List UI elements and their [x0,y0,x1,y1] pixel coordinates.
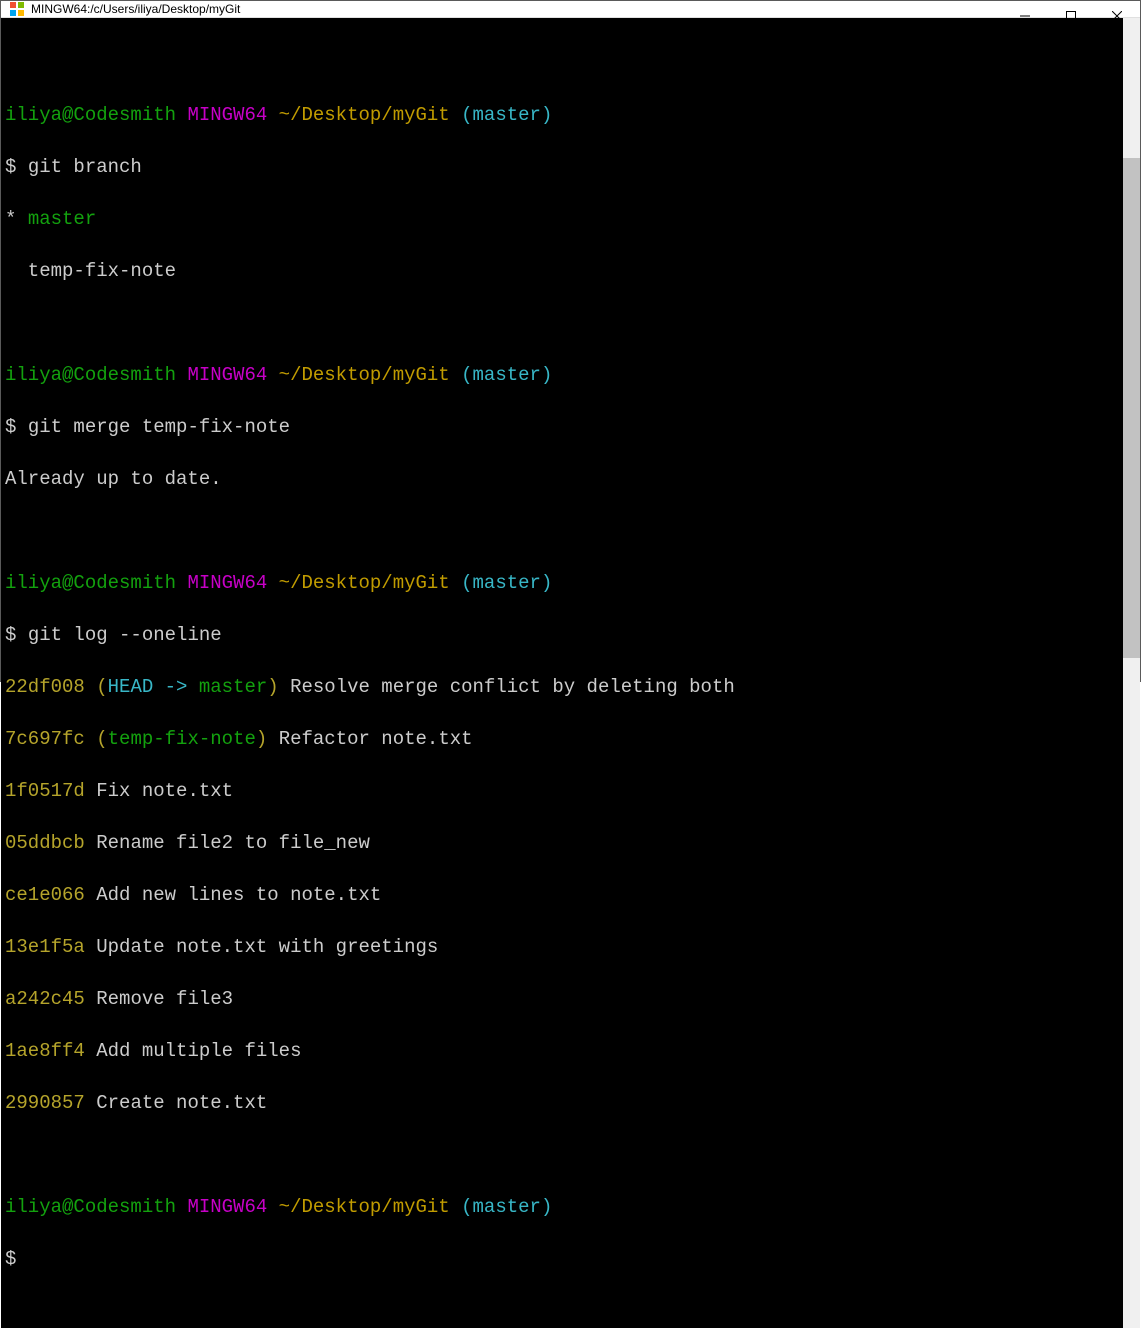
log-line: 22df008 (HEAD -> master) Resolve merge c… [5,674,1119,700]
prompt-branch: (master) [461,364,552,386]
command-line: $ [5,1246,1119,1272]
log-line: 1ae8ff4 Add multiple files [5,1038,1119,1064]
branch-other-line: temp-fix-note [5,258,1119,284]
prompt-user-host: iliya@Codesmith [5,572,176,594]
prompt-msys: MINGW64 [187,364,267,386]
prompt-dollar: $ [5,624,16,646]
command-line: $ git branch [5,154,1119,180]
prompt-line: iliya@Codesmith MINGW64 ~/Desktop/myGit … [5,1194,1119,1220]
prompt-path: ~/Desktop/myGit [279,1196,450,1218]
commit-msg: Remove file3 [96,988,233,1010]
terminal-area: iliya@Codesmith MINGW64 ~/Desktop/myGit … [1,18,1140,1328]
blank-line [5,518,1119,544]
prompt-dollar: $ [5,156,16,178]
log-line: 13e1f5a Update note.txt with greetings [5,934,1119,960]
log-line: 05ddbcb Rename file2 to file_new [5,830,1119,856]
prompt-branch: (master) [461,1196,552,1218]
commit-hash: 13e1f5a [5,936,85,958]
prompt-path: ~/Desktop/myGit [279,104,450,126]
commit-msg: Resolve merge conflict by deleting both [290,676,735,698]
commit-msg: Update note.txt with greetings [96,936,438,958]
prompt-msys: MINGW64 [187,104,267,126]
blank-line [5,1142,1119,1168]
log-line: 2990857 Create note.txt [5,1090,1119,1116]
prompt-line: iliya@Codesmith MINGW64 ~/Desktop/myGit … [5,362,1119,388]
terminal[interactable]: iliya@Codesmith MINGW64 ~/Desktop/myGit … [1,18,1123,1328]
command-text: git branch [28,156,142,178]
blank-line [5,310,1119,336]
prompt-dollar: $ [5,416,16,438]
prompt-line: iliya@Codesmith MINGW64 ~/Desktop/myGit … [5,102,1119,128]
commit-hash: 2990857 [5,1092,85,1114]
commit-msg: Add new lines to note.txt [96,884,381,906]
commit-msg: Refactor note.txt [279,728,473,750]
commit-msg: Add multiple files [96,1040,301,1062]
commit-hash: 1f0517d [5,780,85,802]
head-ref: HEAD -> [108,676,199,698]
commit-hash: 1ae8ff4 [5,1040,85,1062]
scrollbar-thumb[interactable] [1123,158,1140,658]
prompt-path: ~/Desktop/myGit [279,572,450,594]
ref-branch: temp-fix-note [108,728,256,750]
command-line: $ git merge temp-fix-note [5,414,1119,440]
prompt-line: iliya@Codesmith MINGW64 ~/Desktop/myGit … [5,570,1119,596]
prompt-user-host: iliya@Codesmith [5,1196,176,1218]
commit-msg: Create note.txt [96,1092,267,1114]
log-line: a242c45 Remove file3 [5,986,1119,1012]
commit-hash: 7c697fc [5,728,85,750]
log-line: 7c697fc (temp-fix-note) Refactor note.tx… [5,726,1119,752]
prompt-path: ~/Desktop/myGit [279,364,450,386]
merge-output: Already up to date. [5,466,1119,492]
prompt-msys: MINGW64 [187,572,267,594]
head-branch: master [199,676,267,698]
commit-hash: a242c45 [5,988,85,1010]
branch-current-line: * master [5,206,1119,232]
app-icon [9,1,25,17]
branch-current: master [28,208,96,230]
commit-hash: 05ddbcb [5,832,85,854]
prompt-branch: (master) [461,104,552,126]
window-title: MINGW64:/c/Users/iliya/Desktop/myGit [31,2,240,16]
titlebar[interactable]: MINGW64:/c/Users/iliya/Desktop/myGit [1,1,1140,18]
commit-hash: ce1e066 [5,884,85,906]
log-line: ce1e066 Add new lines to note.txt [5,882,1119,908]
prompt-branch: (master) [461,572,552,594]
log-line: 1f0517d Fix note.txt [5,778,1119,804]
command-text: git merge temp-fix-note [28,416,290,438]
command-line: $ git log --oneline [5,622,1119,648]
commit-msg: Rename file2 to file_new [96,832,370,854]
prompt-msys: MINGW64 [187,1196,267,1218]
vertical-scrollbar[interactable] [1123,18,1140,1328]
prompt-dollar: $ [5,1248,16,1270]
commit-msg: Fix note.txt [96,780,233,802]
prompt-user-host: iliya@Codesmith [5,364,176,386]
blank-line [5,50,1119,76]
app-window: MINGW64:/c/Users/iliya/Desktop/myGit ili… [0,0,1141,682]
command-text: git log --oneline [28,624,222,646]
commit-hash: 22df008 [5,676,85,698]
prompt-user-host: iliya@Codesmith [5,104,176,126]
